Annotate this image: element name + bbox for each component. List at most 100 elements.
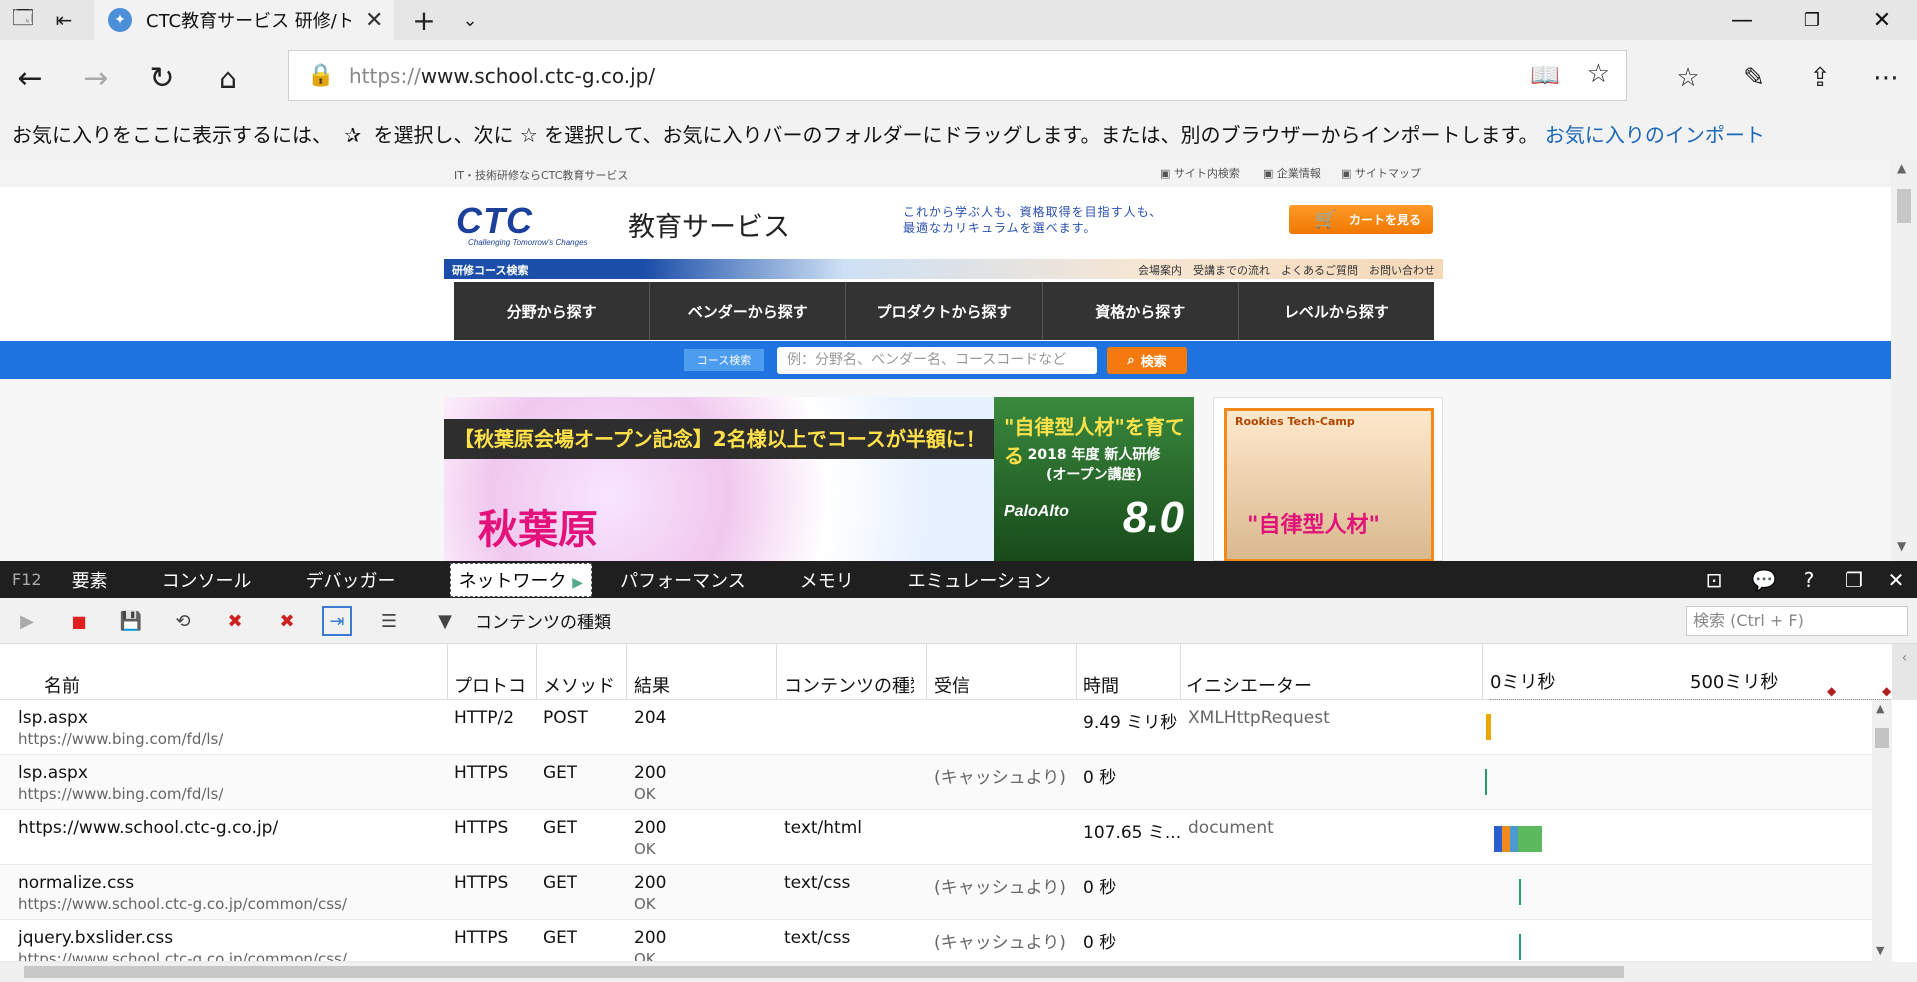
browser-tab[interactable]: ✦ CTC教育サービス 研修/トレーニング ✕ — [94, 0, 394, 40]
export-har-icon[interactable]: 💾 — [116, 606, 146, 636]
col-time[interactable]: 時間 — [1083, 672, 1119, 698]
content-type-filter[interactable]: コンテンツの種類 — [475, 608, 611, 633]
training-banner[interactable]: "自律型人材"を育てる 2018 年度 新人研修 (オープン講座) PaloAl… — [994, 397, 1194, 561]
clear-entries-icon[interactable]: ✖ — [220, 606, 250, 636]
row-received: (キャッシュより) — [934, 878, 1066, 898]
feedback-icon[interactable]: 💬 — [1744, 561, 1784, 598]
more-icon[interactable]: ⋯ — [1866, 58, 1906, 98]
list-scroll-down-icon[interactable]: ▼ — [1876, 944, 1884, 957]
new-tab-icon[interactable]: + — [404, 0, 444, 40]
horizontal-scrollbar[interactable] — [0, 962, 1917, 982]
row-time: 107.65 ミ... — [1083, 823, 1182, 843]
start-profiling-icon[interactable]: ▶ — [12, 606, 42, 636]
banner2-text: 2018 年度 新人研修 (オープン講座) — [1027, 447, 1161, 483]
clear-cache-icon[interactable]: ✖ — [272, 606, 302, 636]
row-protocol: HTTPS — [454, 763, 509, 783]
dom-content-loaded-marker: ◆ — [1827, 684, 1837, 698]
forward-icon[interactable]: → — [76, 58, 116, 98]
akihabara-banner[interactable]: 【秋葉原会場オープン記念】2名様以上でコースが半額に！ 秋葉原 — [444, 397, 994, 561]
import-favorites-link[interactable]: お気に入りのインポート — [1545, 123, 1765, 147]
subbar-links[interactable]: 会場案内 受講までの流れ よくあるご質問 お問い合わせ — [1138, 262, 1435, 278]
set-aside-tabs-icon[interactable]: ⇤ — [44, 0, 84, 40]
row-status-text: OK — [634, 840, 656, 858]
row-status: 200 — [634, 873, 667, 893]
share-icon[interactable]: ⇪ — [1800, 58, 1840, 98]
favorites-hub-icon[interactable]: ☆ — [1668, 58, 1708, 98]
col-name[interactable]: 名前 — [44, 672, 80, 698]
filter-icon[interactable]: ▼ — [430, 606, 460, 636]
tab-close-icon[interactable]: ✕ — [365, 8, 383, 33]
favbar-text-2: を選択し、次に ☆ を選択して、お気に入りバーのフォルダーにドラッグします。また… — [373, 123, 1539, 147]
web-note-icon[interactable]: ✎ — [1734, 58, 1774, 98]
devtools-tab-debugger[interactable]: デバッガー — [306, 567, 396, 593]
tab-preview-chevron-icon[interactable]: ⌄ — [450, 0, 490, 40]
title-bar: 🗔 ⇤ ✦ CTC教育サービス 研修/トレーニング ✕ + ⌄ — ❐ ✕ — [0, 0, 1917, 40]
list-scroll-up-icon[interactable]: ▲ — [1876, 702, 1884, 715]
devtools-tab-console[interactable]: コンソール — [162, 567, 252, 593]
clear-list-icon[interactable]: ☰ — [374, 606, 404, 636]
always-refresh-icon[interactable]: ⟲ — [168, 606, 198, 636]
clear-on-navigate-icon[interactable]: ⇥ — [322, 606, 352, 636]
menu-level[interactable]: レベルから探す — [1239, 282, 1434, 340]
top-link-company[interactable]: ▣ 企業情報 — [1263, 165, 1321, 181]
back-icon[interactable]: ← — [10, 58, 50, 98]
ctc-logo[interactable]: CTC Challenging Tomorrow's Changes — [456, 200, 588, 247]
banner2-paloalto: PaloAlto — [1004, 503, 1069, 520]
home-icon[interactable]: ⌂ — [208, 58, 248, 98]
reading-view-icon[interactable]: 📖 — [1530, 61, 1560, 89]
undock-icon[interactable]: ❐ — [1834, 561, 1874, 598]
banner2-version: 8.0 — [1122, 493, 1184, 542]
window-close-icon[interactable]: ✕ — [1847, 0, 1917, 40]
table-row[interactable]: https://www.school.ctc-g.co.jp/ HTTPS GE… — [0, 810, 1872, 865]
devtools-search-input[interactable]: 検索 (Ctrl + F) — [1686, 606, 1908, 636]
menu-certification[interactable]: 資格から探す — [1043, 282, 1239, 340]
devtools-close-icon[interactable]: ✕ — [1876, 561, 1916, 598]
table-row[interactable]: lsp.aspx https://www.bing.com/fd/ls/ HTT… — [0, 700, 1872, 755]
top-link-search[interactable]: ▣ サイト内検索 — [1160, 165, 1240, 181]
col-received[interactable]: 受信 — [934, 672, 970, 698]
devtools-tab-memory[interactable]: メモリ — [800, 567, 854, 593]
menu-vendor[interactable]: ベンダーから探す — [650, 282, 847, 340]
network-toolbar: ▶ ■ 💾 ⟲ ✖ ✖ ⇥ ☰ ▼ コンテンツの種類 検索 (Ctrl + F) — [0, 598, 1917, 644]
table-row[interactable]: lsp.aspx https://www.bing.com/fd/ls/ HTT… — [0, 755, 1872, 810]
page-scroll-thumb[interactable] — [1897, 189, 1911, 223]
table-row[interactable]: jquery.bxslider.css https://www.school.c… — [0, 920, 1872, 962]
tab-manager-icon[interactable]: 🗔 — [6, 0, 40, 40]
page-scrollbar[interactable]: ▲ ▼ — [1891, 159, 1917, 561]
help-icon[interactable]: ? — [1789, 561, 1829, 598]
timeline-expand-icon[interactable]: ‹ — [1892, 644, 1917, 700]
restore-icon[interactable]: ❐ — [1777, 0, 1847, 40]
col-method[interactable]: メソッド — [543, 672, 615, 698]
cart-label: カートを見る — [1348, 213, 1421, 227]
scroll-down-icon[interactable]: ▼ — [1897, 539, 1906, 553]
address-bar[interactable]: 🔒 https://www.school.ctc-g.co.jp/ 📖 ☆ — [288, 50, 1627, 101]
devtools-tab-performance[interactable]: パフォーマンス — [620, 567, 746, 593]
scroll-up-icon[interactable]: ▲ — [1897, 161, 1906, 175]
stop-profiling-icon[interactable]: ■ — [64, 606, 94, 636]
table-row[interactable]: normalize.css https://www.school.ctc-g.c… — [0, 865, 1872, 920]
col-protocol[interactable]: プロトコ — [454, 672, 526, 698]
course-search-input[interactable]: 例：分野名、ベンダー名、コースコードなど — [777, 347, 1097, 374]
minimize-icon[interactable]: — — [1707, 0, 1777, 40]
devtools-tab-elements[interactable]: 要素 — [72, 567, 108, 593]
col-result[interactable]: 結果 — [634, 672, 670, 698]
rookies-banner[interactable]: Rookies Tech-Camp "自律型人材" — [1213, 397, 1443, 561]
course-search-button[interactable]: ⌕ 検索 — [1107, 347, 1187, 374]
devtools-tab-emulation[interactable]: エミュレーション — [908, 567, 1051, 593]
top-link-sitemap[interactable]: ▣ サイトマップ — [1341, 165, 1421, 181]
network-list-scrollbar[interactable]: ▲ ▼ — [1872, 700, 1892, 962]
menu-field[interactable]: 分野から探す — [454, 282, 651, 340]
favorite-star-icon[interactable]: ☆ — [1587, 59, 1610, 89]
list-scroll-thumb[interactable] — [1875, 728, 1889, 748]
favorites-star-icon: ✰ — [344, 123, 362, 147]
cart-button[interactable]: 🛒 カートを見る — [1289, 205, 1433, 234]
col-content-type[interactable]: コンテンツの種類 — [784, 672, 914, 698]
refresh-icon[interactable]: ↻ — [142, 58, 182, 98]
menu-product[interactable]: プロダクトから探す — [846, 282, 1043, 340]
console-toggle-icon[interactable]: ⊡ — [1694, 561, 1734, 598]
col-initiator[interactable]: イニシエーター — [1186, 672, 1312, 698]
horizontal-scroll-thumb[interactable] — [24, 966, 1624, 978]
tab-title: CTC教育サービス 研修/トレーニング — [146, 11, 351, 32]
row-url: https://www.school.ctc-g.co.jp/common/cs… — [18, 895, 347, 913]
devtools-tab-network[interactable]: ネットワーク ▶ — [449, 562, 593, 597]
